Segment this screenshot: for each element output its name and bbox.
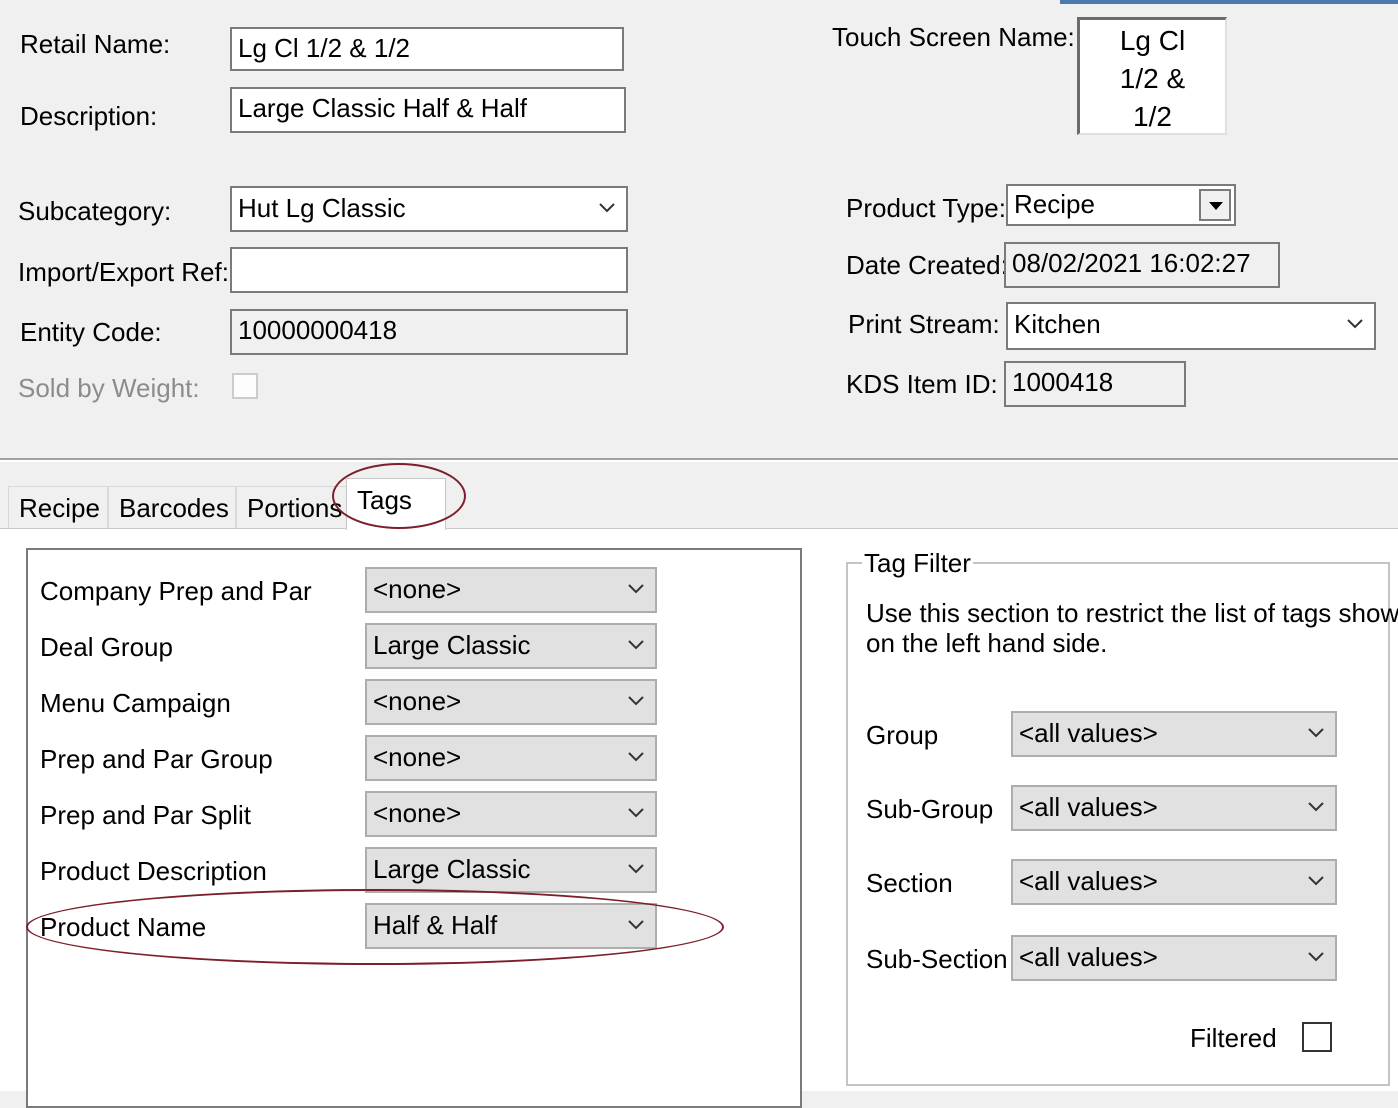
tag-value: <none> [373, 798, 462, 828]
import-export-ref-field[interactable] [230, 247, 628, 293]
filter-sub-group-dropdown[interactable]: <all values> [1011, 785, 1337, 831]
sold-by-weight-checkbox [232, 373, 258, 399]
chevron-down-icon [628, 808, 644, 818]
chevron-down-icon [599, 203, 615, 213]
entity-code-label: Entity Code: [20, 317, 162, 347]
tag-prep-and-par-group-dropdown[interactable]: <none> [365, 735, 657, 781]
tag-label: Menu Campaign [40, 688, 231, 718]
product-type-label: Product Type: [846, 193, 1006, 223]
filter-value: <all values> [1019, 718, 1158, 748]
filter-label: Section [866, 868, 953, 898]
filter-value: <all values> [1019, 866, 1158, 896]
touch-screen-name-field[interactable]: Lg Cl 1/2 & 1/2 [1077, 17, 1227, 135]
touch-screen-name-label: Touch Screen Name: [832, 22, 1075, 52]
tag-value: <none> [373, 574, 462, 604]
tag-filter-description: on the left hand side. [866, 628, 1108, 658]
print-stream-dropdown[interactable]: Kitchen [1006, 302, 1376, 350]
tab-barcodes[interactable]: Barcodes [108, 486, 236, 528]
tag-value: Half & Half [373, 910, 498, 940]
chevron-down-icon [628, 752, 644, 762]
tag-value: <none> [373, 742, 462, 772]
tag-value: <none> [373, 686, 462, 716]
subcategory-value: Hut Lg Classic [238, 193, 406, 223]
description-field[interactable]: Large Classic Half & Half [230, 87, 626, 133]
filter-value: <all values> [1019, 792, 1158, 822]
tag-label: Prep and Par Split [40, 800, 252, 830]
description-label: Description: [20, 101, 158, 131]
chevron-down-icon [628, 640, 644, 650]
kds-item-id-label: KDS Item ID: [846, 369, 998, 399]
chevron-down-icon [628, 920, 644, 930]
filter-label: Sub-Group [866, 794, 994, 824]
tag-label: Company Prep and Par [40, 576, 312, 606]
filtered-label: Filtered [1190, 1023, 1277, 1053]
chevron-down-icon [1308, 876, 1324, 886]
touch-screen-line: 1/2 [1133, 101, 1172, 132]
chevron-down-icon [628, 696, 644, 706]
touch-screen-line: 1/2 & [1119, 63, 1186, 94]
tag-label: Prep and Par Group [40, 744, 273, 774]
tag-filter-title: Tag Filter [862, 548, 973, 578]
tag-label: Product Name [40, 912, 207, 942]
date-created-field: 08/02/2021 16:02:27 [1004, 242, 1280, 288]
chevron-down-icon [628, 584, 644, 594]
tag-deal-group-dropdown[interactable]: Large Classic [365, 623, 657, 669]
retail-name-field[interactable]: Lg Cl 1/2 & 1/2 [230, 27, 624, 71]
subcategory-label: Subcategory: [18, 196, 172, 226]
tag-label: Product Description [40, 856, 267, 886]
tag-value: Large Classic [373, 630, 531, 660]
tag-product-name-dropdown[interactable]: Half & Half [365, 903, 657, 949]
divider [0, 460, 1398, 462]
filter-label: Sub-Section [866, 944, 1008, 974]
retail-name-label: Retail Name: [20, 29, 171, 59]
tag-filter-description: Use this section to restrict the list of… [866, 598, 1398, 628]
product-type-value: Recipe [1014, 189, 1095, 219]
dropdown-arrow-button[interactable] [1199, 189, 1231, 221]
filter-group-dropdown[interactable]: <all values> [1011, 711, 1337, 757]
filtered-checkbox[interactable] [1302, 1022, 1332, 1052]
touch-screen-line: Lg Cl [1119, 25, 1186, 56]
subcategory-dropdown[interactable]: Hut Lg Classic [230, 186, 628, 232]
tab-portions[interactable]: Portions [236, 486, 348, 528]
entity-code-field: 10000000418 [230, 309, 628, 355]
print-stream-label: Print Stream: [848, 309, 1000, 339]
chevron-down-icon [1347, 319, 1363, 329]
print-stream-value: Kitchen [1014, 309, 1101, 339]
tag-prep-and-par-split-dropdown[interactable]: <none> [365, 791, 657, 837]
tab-tags[interactable]: Tags [346, 478, 446, 530]
product-type-dropdown[interactable]: Recipe [1006, 184, 1236, 226]
caret-down-icon [1209, 202, 1223, 210]
chevron-down-icon [628, 864, 644, 874]
tag-value: Large Classic [373, 854, 531, 884]
tag-product-description-dropdown[interactable]: Large Classic [365, 847, 657, 893]
tag-company-prep-and-par-dropdown[interactable]: <none> [365, 567, 657, 613]
chevron-down-icon [1308, 802, 1324, 812]
window-accent-line [1060, 0, 1398, 4]
filter-section-dropdown[interactable]: <all values> [1011, 859, 1337, 905]
filter-sub-section-dropdown[interactable]: <all values> [1011, 935, 1337, 981]
date-created-label: Date Created: [846, 250, 1008, 280]
import-export-ref-label: Import/Export Ref: [18, 257, 229, 287]
tab-recipe[interactable]: Recipe [8, 486, 108, 528]
filter-label: Group [866, 720, 939, 750]
filter-value: <all values> [1019, 942, 1158, 972]
chevron-down-icon [1308, 952, 1324, 962]
tag-label: Deal Group [40, 632, 173, 662]
sold-by-weight-label: Sold by Weight: [18, 373, 200, 403]
kds-item-id-field: 1000418 [1004, 361, 1186, 407]
tag-menu-campaign-dropdown[interactable]: <none> [365, 679, 657, 725]
chevron-down-icon [1308, 728, 1324, 738]
